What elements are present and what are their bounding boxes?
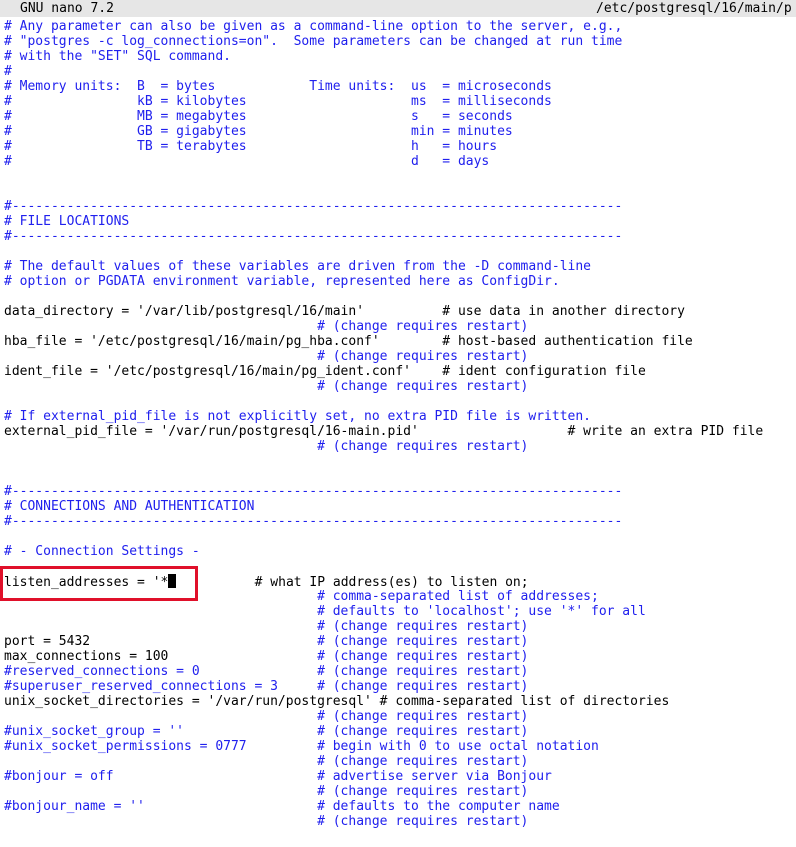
config-comment-text: # (change requires restart) xyxy=(4,709,529,724)
config-comment-text: # If external_pid_file is not explicitly… xyxy=(4,409,591,424)
config-comment-text: #bonjour = off # advertise server via Bo… xyxy=(4,769,552,784)
editor-line[interactable]: port = 5432 # (change requires restart) xyxy=(4,634,528,649)
editor-line[interactable]: # CONNECTIONS AND AUTHENTICATION xyxy=(4,499,254,514)
editor-line[interactable]: # (change requires restart) xyxy=(4,754,528,769)
config-comment-text: # (change requires restart) xyxy=(4,439,529,454)
config-setting-text: data_directory = '/var/lib/postgresql/16… xyxy=(4,304,685,319)
config-setting-text: unix_socket_directories = '/var/run/post… xyxy=(4,694,670,709)
config-comment-text: # TB = terabytes h = hours xyxy=(4,139,498,154)
editor-line[interactable]: # d = days xyxy=(4,154,489,169)
config-comment-text: #bonjour_name = '' # defaults to the com… xyxy=(4,799,560,814)
editor-line[interactable]: external_pid_file = '/var/run/postgresql… xyxy=(4,424,763,439)
config-comment-text: #---------------------------------------… xyxy=(4,514,623,529)
config-comment-text: #superuser_reserved_connections = 3 # (c… xyxy=(4,679,529,694)
editor-file-path: /etc/postgresql/16/main/p xyxy=(596,1,792,16)
editor-line[interactable]: # xyxy=(4,64,12,79)
config-setting-text: # what IP address(es) to listen on; xyxy=(176,575,529,590)
editor-line[interactable]: #---------------------------------------… xyxy=(4,514,622,529)
config-comment-text: # (change requires restart) xyxy=(4,784,529,799)
editor-line[interactable]: # with the "SET" SQL command. xyxy=(4,49,231,64)
config-comment-text: #reserved_connections = 0 # (change requ… xyxy=(4,664,529,679)
config-comment-text: # d = days xyxy=(4,154,490,169)
editor-line[interactable]: #bonjour_name = '' # defaults to the com… xyxy=(4,799,560,814)
editor-line[interactable]: # (change requires restart) xyxy=(4,784,528,799)
config-comment-text: # with the "SET" SQL command. xyxy=(4,49,231,64)
editor-line[interactable]: # - Connection Settings - xyxy=(4,544,200,559)
terminal-window[interactable]: GNU nano 7.2 /etc/postgresql/16/main/p #… xyxy=(0,0,796,847)
config-comment-text: # Any parameter can also be given as a c… xyxy=(4,19,623,34)
config-comment-text: #---------------------------------------… xyxy=(4,199,623,214)
config-comment-text: # (change requires restart) xyxy=(4,754,529,769)
editor-line[interactable]: max_connections = 100 # (change requires… xyxy=(4,649,528,664)
editor-line[interactable]: # (change requires restart) xyxy=(4,814,528,829)
editor-line[interactable]: # "postgres -c log_connections=on". Some… xyxy=(4,34,622,49)
editor-line[interactable]: # If external_pid_file is not explicitly… xyxy=(4,409,591,424)
config-comment-text: #unix_socket_group = '' # (change requir… xyxy=(4,724,529,739)
config-comment-text: # kB = kilobytes ms = milliseconds xyxy=(4,94,552,109)
editor-line[interactable]: #unix_socket_group = '' # (change requir… xyxy=(4,724,528,739)
config-comment-text: #---------------------------------------… xyxy=(4,484,623,499)
config-setting-text: port = 5432 xyxy=(4,634,91,649)
editor-line[interactable]: # (change requires restart) xyxy=(4,349,528,364)
config-setting-text: ident_file = '/etc/postgresql/16/main/pg… xyxy=(4,364,646,379)
editor-line[interactable]: #bonjour = off # advertise server via Bo… xyxy=(4,769,552,784)
config-comment-text: # (change requires restart) xyxy=(90,634,529,649)
config-comment-text: # defaults to 'localhost'; use '*' for a… xyxy=(4,604,646,619)
editor-line[interactable]: # (change requires restart) xyxy=(4,379,528,394)
editor-line[interactable]: #---------------------------------------… xyxy=(4,229,622,244)
config-comment-text: # option or PGDATA environment variable,… xyxy=(4,274,560,289)
editor-line[interactable]: #---------------------------------------… xyxy=(4,484,622,499)
config-comment-text: #---------------------------------------… xyxy=(4,229,623,244)
editor-line[interactable]: # The default values of these variables … xyxy=(4,259,591,274)
config-comment-text: # (change requires restart) xyxy=(4,319,529,334)
editor-line[interactable]: hba_file = '/etc/postgresql/16/main/pg_h… xyxy=(4,334,693,349)
config-comment-text: # (change requires restart) xyxy=(4,379,529,394)
editor-line[interactable]: #reserved_connections = 0 # (change requ… xyxy=(4,664,528,679)
config-setting-text: external_pid_file = '/var/run/postgresql… xyxy=(4,424,764,439)
editor-line[interactable]: # (change requires restart) xyxy=(4,619,528,634)
editor-app-title: GNU nano 7.2 xyxy=(20,1,114,16)
config-comment-text: # CONNECTIONS AND AUTHENTICATION xyxy=(4,499,255,514)
editor-line[interactable]: #superuser_reserved_connections = 3 # (c… xyxy=(4,679,528,694)
config-comment-text: # xyxy=(4,64,12,79)
config-comment-text: # Memory units: B = bytes Time units: us… xyxy=(4,79,552,94)
editor-line[interactable]: data_directory = '/var/lib/postgresql/16… xyxy=(4,304,685,319)
config-comment-text: # (change requires restart) xyxy=(4,349,529,364)
config-setting-text: hba_file = '/etc/postgresql/16/main/pg_h… xyxy=(4,334,693,349)
editor-line[interactable]: # Memory units: B = bytes Time units: us… xyxy=(4,79,552,94)
config-comment-text: # - Connection Settings - xyxy=(4,544,200,559)
config-comment-text: # GB = gigabytes min = minutes xyxy=(4,124,513,139)
editor-line[interactable]: #unix_socket_permissions = 0777 # begin … xyxy=(4,739,599,754)
config-comment-text: # MB = megabytes s = seconds xyxy=(4,109,513,124)
editor-line[interactable]: # (change requires restart) xyxy=(4,319,528,334)
config-comment-text: # (change requires restart) xyxy=(4,814,529,829)
nano-title-bar: GNU nano 7.2 /etc/postgresql/16/main/p xyxy=(0,0,796,17)
editor-line[interactable]: # (change requires restart) xyxy=(4,709,528,724)
editor-line[interactable]: unix_socket_directories = '/var/run/post… xyxy=(4,694,669,709)
config-comment-text: # (change requires restart) xyxy=(4,619,529,634)
editor-line[interactable]: # TB = terabytes h = hours xyxy=(4,139,497,154)
config-comment-text: # FILE LOCATIONS xyxy=(4,214,130,229)
editor-line[interactable]: #---------------------------------------… xyxy=(4,199,622,214)
config-comment-text: # "postgres -c log_connections=on". Some… xyxy=(4,34,623,49)
config-setting-text: max_connections = 100 xyxy=(4,649,169,664)
editor-line[interactable]: # MB = megabytes s = seconds xyxy=(4,109,513,124)
config-comment-text: # (change requires restart) xyxy=(168,649,529,664)
config-comment-text: #unix_socket_permissions = 0777 # begin … xyxy=(4,739,599,754)
config-comment-text: # The default values of these variables … xyxy=(4,259,591,274)
editor-line[interactable]: # defaults to 'localhost'; use '*' for a… xyxy=(4,604,646,619)
editor-line[interactable]: # Any parameter can also be given as a c… xyxy=(4,19,622,34)
editor-line[interactable]: # kB = kilobytes ms = milliseconds xyxy=(4,94,552,109)
highlight-annotation-box xyxy=(0,566,198,601)
editor-line[interactable]: ident_file = '/etc/postgresql/16/main/pg… xyxy=(4,364,646,379)
editor-line[interactable]: # (change requires restart) xyxy=(4,439,528,454)
editor-line[interactable]: # FILE LOCATIONS xyxy=(4,214,129,229)
editor-line[interactable]: # GB = gigabytes min = minutes xyxy=(4,124,513,139)
editor-line[interactable]: # option or PGDATA environment variable,… xyxy=(4,274,560,289)
